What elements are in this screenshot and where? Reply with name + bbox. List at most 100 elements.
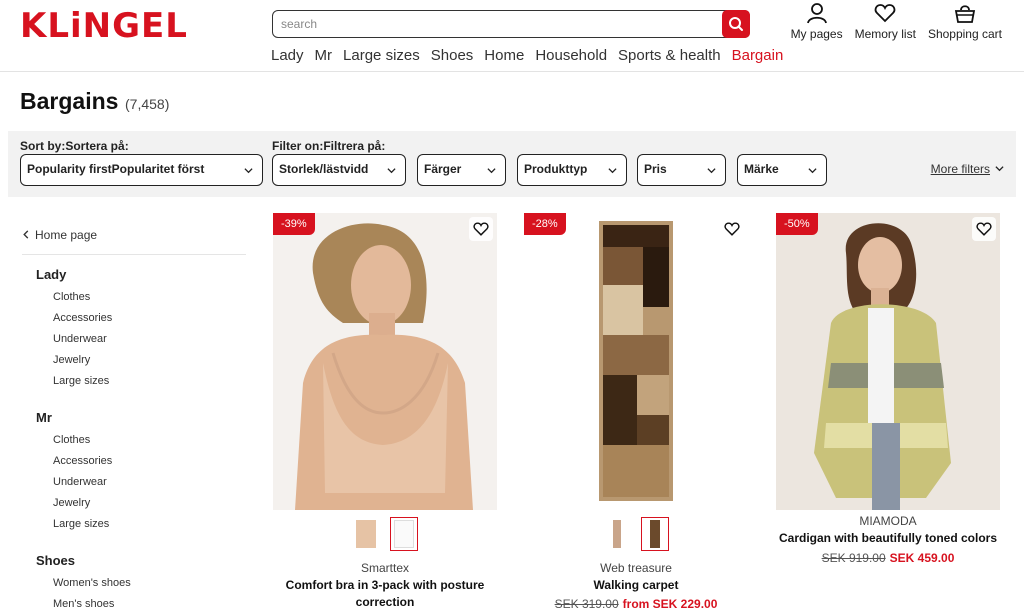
sidebar-item-womens-shoes[interactable]: Women's shoes — [53, 577, 131, 589]
carpet-image — [524, 213, 748, 510]
page-title: Bargains — [20, 88, 119, 114]
product-image[interactable]: -28% — [524, 213, 748, 510]
color-swatches — [603, 517, 669, 551]
heart-icon — [976, 222, 992, 236]
wishlist-button[interactable] — [972, 217, 996, 241]
sidebar-item-mens-shoes[interactable]: Men's shoes — [53, 598, 114, 610]
sidebar-category-mr[interactable]: Mr — [36, 410, 52, 425]
discount-badge: -28% — [524, 213, 566, 235]
result-count: (7,458) — [125, 96, 170, 112]
sidebar-item-lady-jewelry[interactable]: Jewelry — [53, 354, 90, 366]
memory-list-button[interactable]: Memory list — [855, 2, 916, 41]
chevron-down-icon — [995, 166, 1004, 172]
color-swatches — [352, 517, 418, 551]
sidebar-divider — [22, 254, 246, 255]
product-image[interactable]: -39% — [273, 213, 497, 510]
old-price: SEK 319.00 — [554, 597, 619, 611]
product-brand: Smarttex — [360, 561, 409, 575]
home-page-link[interactable]: Home page — [22, 228, 97, 242]
filter-bar: Sort by:Sortera på: Filter on:Filtrera p… — [8, 131, 1016, 197]
color-filter-select[interactable]: Färger — [417, 154, 506, 186]
sort-select[interactable]: Popularity firstPopularitet först — [20, 154, 263, 186]
product-type-filter-label: Produkttyp — [524, 162, 588, 176]
sale-price: from SEK 229.00 — [622, 597, 718, 611]
my-pages-label: My pages — [790, 27, 843, 41]
sidebar-item-mr-clothes[interactable]: Clothes — [53, 434, 90, 446]
brand-filter-label: Märke — [744, 162, 779, 176]
price-filter-label: Pris — [644, 162, 667, 176]
sort-label: Sort by:Sortera på: — [20, 139, 129, 153]
site-header: KLiNGEL Lady Mr Large sizes Shoes Home H… — [0, 0, 1024, 72]
product-price: SEK 319.00 from SEK 229.00 — [524, 597, 748, 611]
cardigan-model-image — [776, 213, 1000, 510]
color-filter-label: Färger — [424, 162, 462, 176]
bra-model-image — [273, 213, 497, 510]
sort-select-value: Popularity firstPopularitet först — [27, 162, 205, 176]
basket-icon — [954, 5, 976, 23]
chevron-down-icon — [808, 168, 817, 174]
search-button[interactable] — [722, 10, 750, 38]
home-page-label: Home page — [35, 228, 98, 242]
sale-price: SEK 459.00 — [889, 551, 955, 565]
sidebar-item-lady-clothes[interactable]: Clothes — [53, 291, 90, 303]
chevron-down-icon — [487, 168, 496, 174]
nav-large-sizes[interactable]: Large sizes — [343, 47, 420, 64]
wishlist-button[interactable] — [469, 217, 493, 241]
color-swatch-skin[interactable] — [352, 517, 380, 551]
my-pages-button[interactable]: My pages — [791, 2, 843, 41]
old-price: SEK 919.00 — [821, 551, 886, 565]
nav-home[interactable]: Home — [484, 47, 524, 64]
filter-label: Filter on:Filtrera på: — [272, 139, 386, 153]
product-name[interactable]: Cardigan with beautifully toned colors — [776, 530, 1000, 547]
brand-filter-select[interactable]: Märke — [737, 154, 827, 186]
heart-icon — [874, 4, 896, 23]
more-filters-label: More filters — [930, 162, 990, 176]
sidebar-category-shoes[interactable]: Shoes — [36, 553, 75, 568]
header-tools: My pages Memory list Shopping cart — [791, 2, 1002, 41]
chevron-left-icon — [23, 230, 29, 239]
klingel-logo[interactable]: KLiNGEL — [20, 6, 188, 46]
price-filter-select[interactable]: Pris — [637, 154, 726, 186]
nav-sports-health[interactable]: Sports & health — [618, 47, 721, 64]
chevron-down-icon — [707, 168, 716, 174]
product-name[interactable]: Walking carpet — [524, 577, 748, 594]
nav-lady[interactable]: Lady — [271, 47, 304, 64]
nav-bargain[interactable]: Bargain — [732, 47, 784, 64]
search-icon — [729, 17, 743, 31]
variant-swatch-light[interactable] — [603, 517, 631, 551]
heart-icon — [473, 222, 489, 236]
sidebar-item-mr-large-sizes[interactable]: Large sizes — [53, 518, 109, 530]
size-filter-select[interactable]: Storlek/lästvidd — [272, 154, 406, 186]
memory-list-label: Memory list — [854, 27, 916, 41]
person-icon — [806, 3, 827, 24]
color-swatch-white[interactable] — [390, 517, 418, 551]
sidebar-item-lady-underwear[interactable]: Underwear — [53, 333, 107, 345]
product-brand: MIAMODA — [859, 514, 917, 528]
product-name[interactable]: Comfort bra in 3-pack with posture corre… — [273, 577, 497, 611]
sidebar-category-lady[interactable]: Lady — [36, 267, 66, 282]
chevron-down-icon — [244, 168, 253, 174]
product-brand: Web treasure — [600, 561, 672, 575]
discount-badge: -50% — [776, 213, 818, 235]
chevron-down-icon — [387, 168, 396, 174]
more-filters-button[interactable]: More filters — [930, 162, 1004, 176]
nav-shoes[interactable]: Shoes — [431, 47, 474, 64]
chevron-down-icon — [608, 168, 617, 174]
sidebar-item-mr-accessories[interactable]: Accessories — [53, 455, 112, 467]
shopping-cart-label: Shopping cart — [927, 27, 1002, 41]
product-type-filter-select[interactable]: Produkttyp — [517, 154, 627, 186]
search-bar — [272, 10, 750, 38]
search-input[interactable] — [281, 15, 721, 33]
product-image[interactable]: -50% — [776, 213, 1000, 510]
variant-swatch-dark[interactable] — [641, 517, 669, 551]
wishlist-button[interactable] — [720, 217, 744, 241]
nav-mr[interactable]: Mr — [315, 47, 333, 64]
shopping-cart-button[interactable]: Shopping cart — [928, 2, 1002, 41]
sidebar-item-mr-jewelry[interactable]: Jewelry — [53, 497, 90, 509]
discount-badge: -39% — [273, 213, 315, 235]
sidebar-item-lady-large-sizes[interactable]: Large sizes — [53, 375, 109, 387]
main-nav: Lady Mr Large sizes Shoes Home Household… — [271, 47, 783, 64]
sidebar-item-mr-underwear[interactable]: Underwear — [53, 476, 107, 488]
nav-household[interactable]: Household — [535, 47, 607, 64]
sidebar-item-lady-accessories[interactable]: Accessories — [53, 312, 112, 324]
